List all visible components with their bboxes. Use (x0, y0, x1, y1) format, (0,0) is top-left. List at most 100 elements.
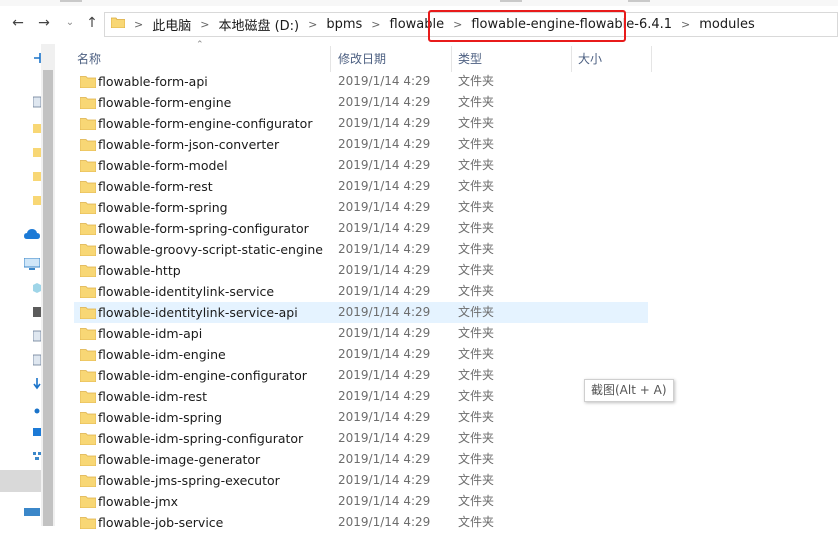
file-date: 2019/1/14 4:29 (338, 179, 431, 193)
breadcrumb-local-disk[interactable]: 本地磁盘 (D:) (214, 15, 303, 34)
column-divider[interactable] (651, 46, 652, 72)
downloads-icon[interactable] (33, 378, 41, 390)
file-date: 2019/1/14 4:29 (338, 326, 431, 340)
file-date: 2019/1/14 4:29 (338, 158, 431, 172)
file-date: 2019/1/14 4:29 (338, 221, 431, 235)
file-row[interactable]: flowable-idm-spring-configurator 2019/1/1… (78, 428, 638, 449)
folder-icon (80, 496, 96, 508)
file-type: 文件夹 (458, 95, 495, 109)
file-row[interactable]: flowable-form-engine 2019/1/14 4:29 文件夹 (78, 92, 638, 113)
network-icon[interactable] (33, 450, 41, 462)
file-row[interactable]: flowable-image-generator 2019/1/14 4:29 文件… (78, 449, 638, 470)
this-pc-monitor-icon[interactable] (24, 258, 40, 270)
file-row[interactable]: flowable-job-service 2019/1/14 4:29 文件夹 (78, 512, 638, 533)
folder-icon[interactable] (33, 146, 41, 158)
documents-icon[interactable] (33, 96, 41, 108)
network-drive-icon[interactable] (24, 506, 40, 518)
music-icon[interactable] (33, 402, 41, 414)
file-date: 2019/1/14 4:29 (338, 452, 431, 466)
pictures-icon[interactable] (33, 330, 41, 342)
folder-icon (80, 412, 96, 424)
screenshot-tooltip: 截图(Alt + A) (584, 379, 674, 402)
folder-icon[interactable] (33, 122, 41, 134)
file-row[interactable]: flowable-identitylink-service-api 2019/1/… (78, 302, 638, 323)
file-row[interactable]: flowable-jms-spring-executor 2019/1/14 4:… (78, 470, 638, 491)
file-name: flowable-idm-engine-configurator (98, 368, 307, 383)
file-row[interactable]: flowable-http 2019/1/14 4:29 文件夹 (78, 260, 638, 281)
file-row[interactable]: flowable-groovy-script-static-engine 2019… (78, 239, 638, 260)
column-divider[interactable] (330, 46, 331, 72)
breadcrumb-this-pc[interactable]: 此电脑 (148, 15, 195, 34)
file-name: flowable-form-engine (98, 95, 232, 110)
file-type: 文件夹 (458, 494, 495, 508)
file-row[interactable]: flowable-idm-api 2019/1/14 4:29 文件夹 (78, 323, 638, 344)
address-toolbar: ← → ⌄ ↑ > 此电脑 > 本地磁盘 (D:) > bpms > flowa… (0, 6, 838, 42)
file-name: flowable-form-api (98, 74, 208, 89)
file-date: 2019/1/14 4:29 (338, 494, 431, 508)
file-type: 文件夹 (458, 431, 495, 445)
column-header-date[interactable]: 修改日期 (338, 46, 386, 72)
file-row[interactable]: flowable-form-engine-configurator 2019/1/… (78, 113, 638, 134)
file-name: flowable-form-json-converter (98, 137, 280, 152)
desktop-icon[interactable] (33, 426, 41, 438)
column-divider[interactable] (451, 46, 452, 72)
file-type: 文件夹 (458, 347, 495, 361)
folder-icon (80, 139, 96, 151)
back-arrow-icon[interactable]: ← (10, 15, 26, 31)
onedrive-cloud-icon[interactable] (24, 228, 40, 240)
file-type: 文件夹 (458, 158, 495, 172)
file-row[interactable]: flowable-form-spring-configurator 2019/1/… (78, 218, 638, 239)
file-type: 文件夹 (458, 368, 495, 382)
file-type: 文件夹 (458, 242, 495, 256)
file-row[interactable]: flowable-identitylink-service 2019/1/14 4… (78, 281, 638, 302)
folder-icon (80, 202, 96, 214)
3d-objects-icon[interactable] (33, 282, 41, 294)
folder-icon (80, 286, 96, 298)
folder-icon[interactable] (33, 170, 41, 182)
file-row[interactable]: flowable-idm-engine 2019/1/14 4:29 文件夹 (78, 344, 638, 365)
file-row[interactable]: flowable-form-spring 2019/1/14 4:29 文件夹 (78, 197, 638, 218)
file-name: flowable-job-service (98, 515, 224, 530)
folder-icon (80, 454, 96, 466)
column-divider[interactable] (571, 46, 572, 72)
forward-arrow-icon[interactable]: → (36, 15, 52, 31)
file-type: 文件夹 (458, 389, 495, 403)
file-type: 文件夹 (458, 473, 495, 487)
file-row[interactable]: flowable-form-rest 2019/1/14 4:29 文件夹 (78, 176, 638, 197)
file-name: flowable-form-spring (98, 200, 228, 215)
nav-scrollbar-thumb[interactable] (43, 70, 53, 526)
nav-item-selected[interactable] (0, 470, 41, 492)
file-type: 文件夹 (458, 179, 495, 193)
folder-icon (80, 328, 96, 340)
file-date: 2019/1/14 4:29 (338, 284, 431, 298)
file-row[interactable]: flowable-form-api 2019/1/14 4:29 文件夹 (78, 71, 638, 92)
recent-locations-chevron-icon[interactable]: ⌄ (62, 15, 78, 31)
file-type: 文件夹 (458, 410, 495, 424)
file-name: flowable-image-generator (98, 452, 261, 467)
column-header-name[interactable]: 名称 (77, 46, 101, 72)
videos-icon[interactable] (33, 306, 41, 318)
nav-scrollbar[interactable] (41, 44, 55, 526)
file-name: flowable-idm-spring (98, 410, 223, 425)
file-date: 2019/1/14 4:29 (338, 368, 431, 382)
column-header-type[interactable]: 类型 (458, 46, 482, 72)
file-row[interactable]: flowable-idm-engine-configurator 2019/1/1… (78, 365, 638, 386)
column-header-size[interactable]: 大小 (578, 46, 602, 72)
file-row[interactable]: flowable-form-json-converter 2019/1/14 4:… (78, 134, 638, 155)
file-name: flowable-groovy-script-static-engine (98, 242, 323, 257)
file-row[interactable]: flowable-idm-spring 2019/1/14 4:29 文件夹 (78, 407, 638, 428)
folder-icon (80, 307, 96, 319)
breadcrumb-modules[interactable]: modules (695, 17, 759, 32)
folder-icon[interactable] (33, 194, 41, 206)
file-type: 文件夹 (458, 326, 495, 340)
folder-icon (80, 349, 96, 361)
documents-icon[interactable] (33, 354, 41, 366)
quick-access-pin-icon[interactable] (33, 52, 41, 64)
file-row[interactable]: flowable-form-model 2019/1/14 4:29 文件夹 (78, 155, 638, 176)
folder-icon (80, 370, 96, 382)
file-row[interactable]: flowable-idm-rest 2019/1/14 4:29 文件夹 (78, 386, 638, 407)
file-row[interactable]: flowable-jmx 2019/1/14 4:29 文件夹 (78, 491, 638, 512)
breadcrumb-bpms[interactable]: bpms (322, 17, 366, 32)
folder-icon (80, 475, 96, 487)
up-arrow-icon[interactable]: ↑ (84, 15, 100, 31)
